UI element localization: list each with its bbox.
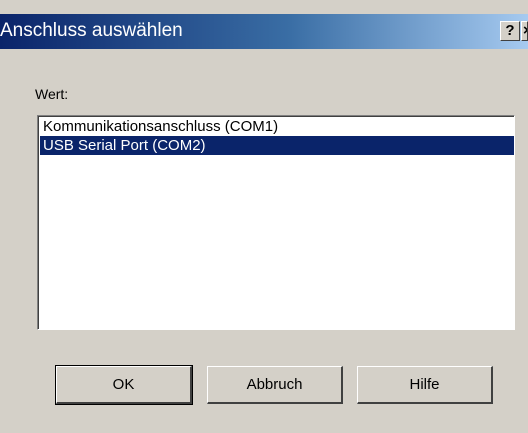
help-button[interactable]: Hilfe bbox=[357, 366, 493, 404]
cancel-button[interactable]: Abbruch bbox=[207, 366, 343, 404]
list-item-com1[interactable]: Kommunikationsanschluss (COM1) bbox=[40, 117, 514, 136]
close-title-button[interactable]: × bbox=[521, 21, 528, 41]
title-bar[interactable]: Anschluss auswählen ? × bbox=[0, 14, 528, 49]
ok-button[interactable]: OK bbox=[55, 365, 193, 405]
value-label: Wert: bbox=[35, 86, 69, 102]
list-item-com2[interactable]: USB Serial Port (COM2) bbox=[40, 136, 514, 155]
port-listbox[interactable]: Kommunikationsanschluss (COM1) USB Seria… bbox=[37, 115, 515, 330]
window-title: Anschluss auswählen bbox=[0, 20, 183, 41]
help-title-button[interactable]: ? bbox=[500, 21, 520, 41]
select-port-dialog: Anschluss auswählen ? × Wert: Kommunikat… bbox=[0, 0, 528, 433]
close-icon: × bbox=[523, 22, 527, 39]
question-mark-icon: ? bbox=[505, 22, 515, 39]
